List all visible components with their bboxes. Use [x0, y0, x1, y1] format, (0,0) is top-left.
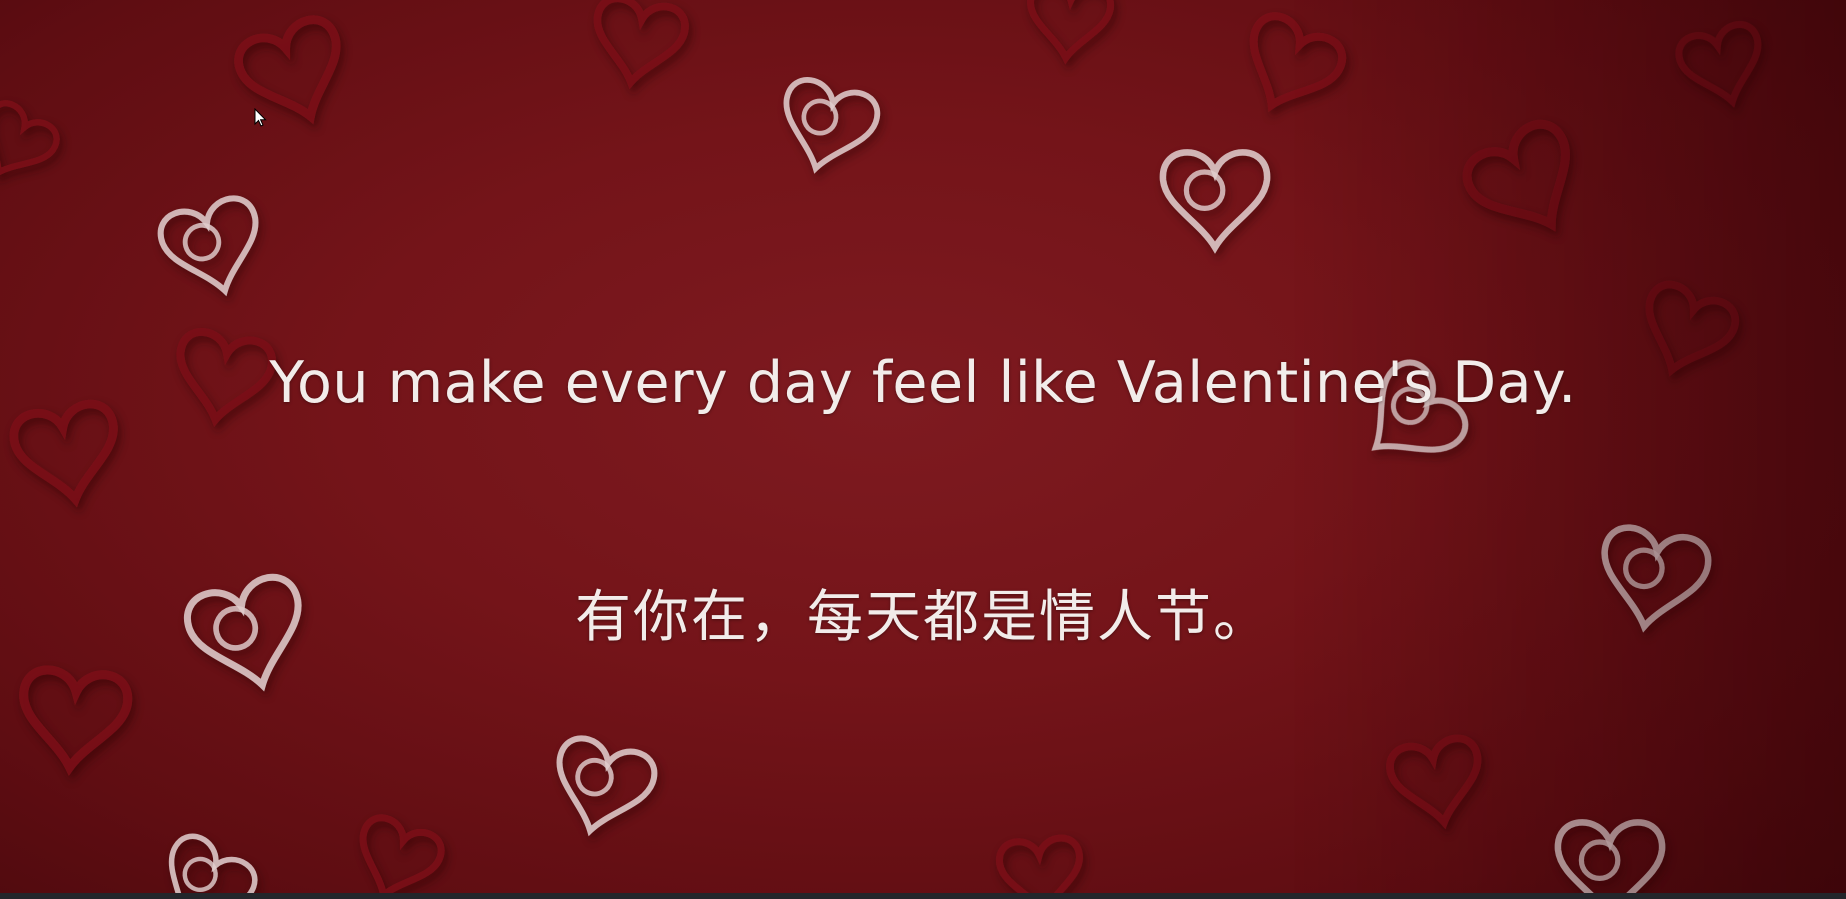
english-caption: You make every day feel like Valentine's… [269, 350, 1577, 416]
paper-heart-icon [1230, 9, 1349, 124]
paper-heart-icon [156, 193, 272, 303]
paper-heart-icon [1675, 20, 1771, 111]
paper-heart-icon [10, 400, 125, 507]
paper-heart-icon [587, 0, 688, 90]
paper-heart-icon [1387, 735, 1488, 830]
paper-heart-icon [1026, 0, 1112, 61]
bottom-bar [0, 893, 1846, 899]
paper-heart-icon [346, 813, 446, 893]
paper-heart-icon [544, 733, 660, 843]
paper-heart-icon [1558, 822, 1662, 893]
paper-heart-icon [771, 75, 882, 180]
paper-heart-icon [145, 829, 262, 893]
heart-decorations [0, 0, 1846, 893]
paper-heart-icon [1459, 116, 1597, 250]
paper-heart-icon [232, 13, 357, 133]
valentine-slide: You make every day feel like Valentine's… [0, 0, 1846, 893]
paper-heart-icon [1163, 152, 1267, 247]
chinese-caption: 有你在，每天都是情人节。 [575, 585, 1271, 650]
paper-heart-icon [18, 668, 130, 772]
paper-heart-icon [0, 97, 63, 190]
mouse-pointer-icon [254, 108, 267, 127]
paper-heart-icon [998, 836, 1084, 893]
